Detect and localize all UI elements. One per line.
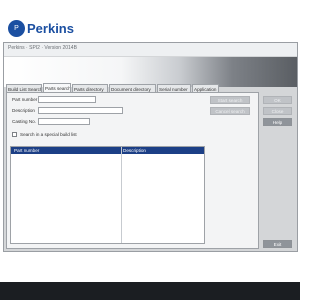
casting-no-label: Casting No. <box>12 119 37 124</box>
results-table[interactable]: Part number Description <box>10 146 205 244</box>
taskbar <box>0 282 300 300</box>
special-build-list-checkbox[interactable] <box>12 132 17 137</box>
perkins-logo: P Perkins <box>8 20 74 38</box>
cancel-search-button[interactable]: Cancel search <box>210 107 250 115</box>
close-button[interactable]: Close <box>263 107 292 115</box>
column-part-number[interactable]: Part number <box>14 148 39 153</box>
special-build-list-label: Search in a special build list <box>20 132 77 137</box>
results-table-header: Part number Description <box>11 147 204 154</box>
logo-wordmark: Perkins <box>27 21 74 36</box>
ok-button[interactable]: OK <box>263 96 292 104</box>
help-button[interactable]: Help <box>263 118 292 126</box>
part-number-label: Part number <box>12 97 38 102</box>
start-search-button[interactable]: Start search <box>210 96 250 104</box>
description-label: Description <box>12 108 35 113</box>
top-bar <box>0 0 300 22</box>
title-bar: Perkins · SPI2 · Version 2014B <box>4 43 297 56</box>
window-title: Perkins · SPI2 · Version 2014B <box>8 45 77 51</box>
column-description[interactable]: Description <box>123 148 146 153</box>
part-number-input[interactable] <box>38 96 96 103</box>
column-divider <box>121 147 122 243</box>
description-input[interactable] <box>38 107 123 114</box>
exit-button[interactable]: Exit <box>263 240 292 248</box>
perkins-badge-icon: P <box>8 20 25 37</box>
casting-no-input[interactable] <box>38 118 90 125</box>
